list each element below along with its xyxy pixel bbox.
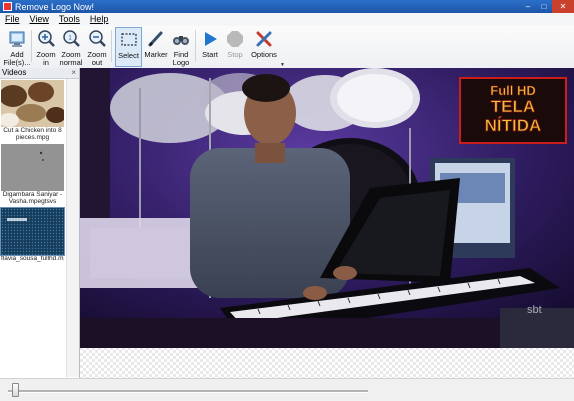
app-icon: [3, 2, 12, 11]
video-canvas[interactable]: Full HD TELA NÍTIDA sbt: [80, 68, 574, 378]
zoom-normal-button[interactable]: 1 Zoom normal: [59, 27, 83, 67]
menu-tools[interactable]: Tools: [54, 13, 85, 26]
seek-slider-thumb[interactable]: [11, 383, 19, 397]
title-bar: Remove Logo Now! – □ ✕: [0, 0, 574, 13]
menu-file[interactable]: File: [0, 13, 25, 26]
add-files-button[interactable]: Add File(s)...: [3, 27, 31, 67]
video-caption: Digambara Saniyar - Vasha.mpegtsvs: [2, 191, 63, 205]
broadcaster-watermark: sbt: [527, 304, 542, 316]
seek-bar: [0, 378, 574, 401]
zoom-in-button[interactable]: Zoom in: [35, 27, 57, 67]
video-caption: Cut a Chicken into 8 pieces.mpg: [3, 127, 62, 141]
stop-button[interactable]: Stop: [224, 27, 246, 67]
options-button[interactable]: Options: [249, 27, 279, 67]
start-button[interactable]: Start: [199, 27, 221, 67]
maximize-button[interactable]: □: [536, 0, 552, 13]
zoom-out-label: Zoom out: [87, 50, 107, 67]
select-label: Select: [118, 51, 139, 60]
toolbar-separator: [111, 30, 112, 62]
marker-label: Marker: [144, 50, 168, 59]
add-files-icon: [9, 31, 25, 47]
zoom-in-icon: [38, 30, 55, 47]
video-list-item[interactable]: Digambara Saniyar - Vasha.mpegtsvs: [1, 144, 64, 205]
video-list-item[interactable]: flavia_sousa_fullhd.mp4: [0, 207, 65, 269]
close-button[interactable]: ✕: [552, 0, 574, 13]
logo-line-2: TELA: [491, 97, 535, 116]
stop-icon: [227, 31, 243, 47]
toolbar: Add File(s)... Zoom in 1 Zoom normal Zoo…: [0, 26, 574, 69]
video-thumbnail: [1, 80, 64, 127]
window-title: Remove Logo Now!: [15, 1, 95, 12]
panel-close-icon[interactable]: ×: [71, 68, 76, 78]
videos-panel-scrollbar[interactable]: [66, 79, 79, 377]
window-controls: – □ ✕: [520, 0, 574, 13]
add-files-label: Add File(s)...: [3, 50, 31, 67]
select-rectangle-icon: [120, 33, 137, 46]
zoom-out-button[interactable]: Zoom out: [85, 27, 109, 67]
menu-bar: File View Tools Help: [0, 13, 574, 27]
video-list-item[interactable]: Cut a Chicken into 8 pieces.mpg: [1, 80, 64, 141]
select-button[interactable]: Select: [115, 27, 142, 67]
marker-icon: [148, 31, 163, 47]
zoom-normal-label: Zoom normal: [59, 50, 83, 67]
binoculars-icon: [173, 36, 189, 45]
video-caption: flavia_sousa_fullhd.mp4: [1, 255, 64, 262]
videos-panel-header: Videos ×: [0, 68, 79, 79]
logo-line-3: NÍTIDA: [485, 116, 542, 135]
toolbar-separator: [31, 30, 32, 62]
video-thumbnail: [0, 207, 65, 256]
find-logo-label: Find Logo: [172, 50, 190, 67]
menu-view[interactable]: View: [25, 13, 54, 26]
zoom-normal-icon: 1: [63, 30, 80, 47]
find-logo-button[interactable]: Find Logo: [170, 27, 192, 67]
videos-panel: Videos × Cut a Chicken into 8 pieces.mpg: [0, 68, 80, 378]
logo-line-1: Full HD: [490, 83, 536, 98]
zoom-out-icon: [89, 30, 106, 47]
stop-label: Stop: [227, 50, 243, 59]
videos-panel-title: Videos: [2, 68, 27, 77]
video-thumbnail: [1, 144, 64, 191]
seek-track[interactable]: [8, 390, 368, 393]
marker-button[interactable]: Marker: [144, 27, 168, 67]
menu-help[interactable]: Help: [85, 13, 114, 26]
tools-icon: [256, 31, 272, 47]
start-label: Start: [202, 50, 218, 59]
toolbar-separator: [195, 30, 196, 62]
options-label: Options: [251, 50, 277, 59]
play-icon: [205, 32, 217, 46]
minimize-button[interactable]: –: [520, 0, 536, 13]
zoom-in-label: Zoom in: [36, 50, 56, 67]
video-frame[interactable]: Full HD TELA NÍTIDA sbt: [80, 68, 574, 348]
